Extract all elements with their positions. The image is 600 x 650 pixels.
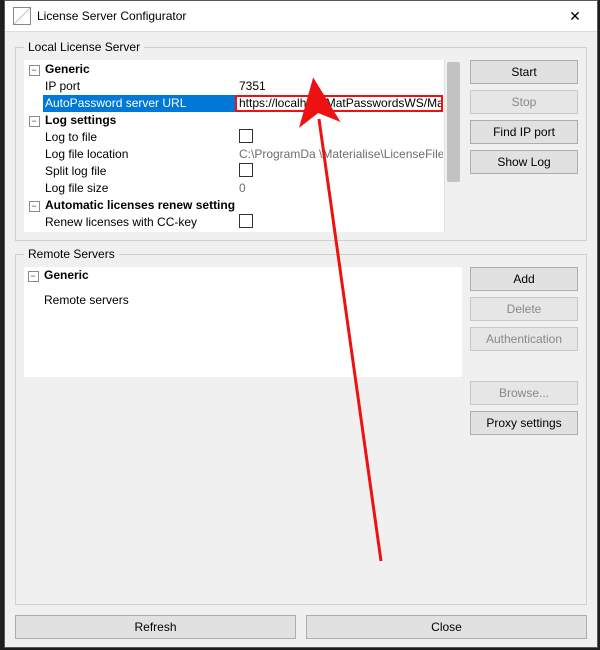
row-log-to-file[interactable]: Log to file (25, 129, 443, 146)
remote-servers-legend: Remote Servers (24, 247, 119, 261)
remote-category-generic[interactable]: − Generic (24, 267, 462, 284)
collapse-icon[interactable]: − (29, 116, 40, 127)
category-generic[interactable]: − Generic (25, 61, 443, 78)
row-log-location[interactable]: Log file location C:\ProgramDa \Material… (25, 146, 443, 163)
row-split-log[interactable]: Split log file (25, 163, 443, 180)
remote-servers-group: Remote Servers − Generic Remote servers (15, 247, 587, 605)
client-area: Local License Server − Generic IP (5, 32, 597, 647)
collapse-icon[interactable]: − (29, 65, 40, 76)
local-buttons: Start Stop Find IP port Show Log (470, 60, 578, 232)
close-button[interactable]: Close (306, 615, 587, 639)
checkbox-icon[interactable] (239, 163, 253, 177)
browse-button[interactable]: Browse... (470, 381, 578, 405)
show-log-button[interactable]: Show Log (470, 150, 578, 174)
proxy-settings-button[interactable]: Proxy settings (470, 411, 578, 435)
stop-button[interactable]: Stop (470, 90, 578, 114)
titlebar: License Server Configurator ✕ (5, 1, 597, 32)
delete-button[interactable]: Delete (470, 297, 578, 321)
row-log-size[interactable]: Log file size 0 (25, 180, 443, 197)
start-button[interactable]: Start (470, 60, 578, 84)
scrollbar-thumb[interactable] (447, 62, 460, 182)
app-window: License Server Configurator ✕ Local Lice… (4, 0, 598, 648)
local-license-group: Local License Server − Generic IP (15, 40, 587, 241)
window-title: License Server Configurator (37, 9, 186, 23)
local-license-legend: Local License Server (24, 40, 144, 54)
refresh-button[interactable]: Refresh (15, 615, 296, 639)
row-ip-port[interactable]: IP port 7351 (25, 78, 443, 95)
authentication-button[interactable]: Authentication (470, 327, 578, 351)
app-icon (13, 7, 31, 25)
window-close-button[interactable]: ✕ (553, 1, 597, 31)
autopassword-url-value[interactable]: https://localhost/MatPasswordsWS/MatPass… (235, 95, 443, 112)
row-renew-cc[interactable]: Renew licenses with CC-key (25, 214, 443, 231)
collapse-icon[interactable]: − (29, 201, 40, 212)
category-auto-renew[interactable]: − Automatic licenses renew settings (25, 197, 443, 214)
local-grid-scrollbar[interactable] (444, 60, 462, 232)
checkbox-icon[interactable] (239, 129, 253, 143)
remote-buttons: Add Delete Authentication Browse... Prox… (470, 267, 578, 435)
row-autopassword-url[interactable]: AutoPassword server URL https://localhos… (25, 95, 443, 112)
add-button[interactable]: Add (470, 267, 578, 291)
row-remote-servers[interactable]: Remote servers (24, 292, 462, 309)
collapse-icon[interactable]: − (28, 271, 39, 282)
remote-property-grid[interactable]: − Generic Remote servers (24, 267, 462, 377)
close-icon: ✕ (569, 8, 581, 25)
local-property-grid[interactable]: − Generic IP port 7351 Au (24, 60, 444, 232)
checkbox-icon[interactable] (239, 214, 253, 228)
category-log-settings[interactable]: − Log settings (25, 112, 443, 129)
find-ip-port-button[interactable]: Find IP port (470, 120, 578, 144)
footer-buttons: Refresh Close (15, 609, 587, 639)
